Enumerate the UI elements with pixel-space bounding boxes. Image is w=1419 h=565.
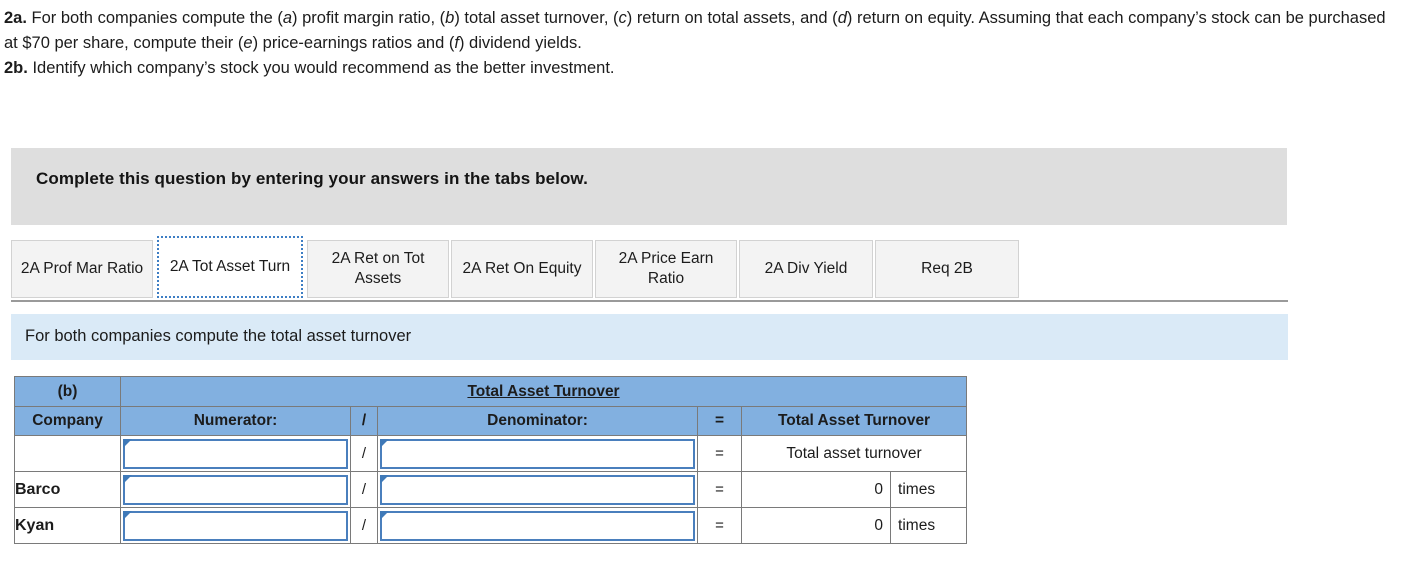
numerator-input[interactable]: [123, 474, 348, 505]
tab-label: 2A Div Yield: [764, 260, 848, 277]
numerator-input-wrap: [121, 474, 350, 506]
equals-symbol: =: [697, 507, 742, 544]
header-numerator: Numerator:: [120, 406, 351, 436]
answer-grid: (b) Total Asset Turnover Company Numerat…: [14, 376, 968, 544]
denominator-input-cell: [377, 435, 698, 472]
question-2a-fragment: b: [445, 9, 455, 27]
equals-symbol: =: [697, 435, 742, 472]
header-denominator: Denominator:: [377, 406, 698, 436]
tab-2a-ret-on-tot-assets[interactable]: 2A Ret on Tot Assets: [307, 240, 449, 298]
row-company-label: [14, 435, 121, 472]
grid-corner-label: (b): [14, 376, 121, 407]
question-2a-fragment: ) profit margin ratio, (: [292, 9, 446, 27]
numerator-input-wrap: [121, 510, 350, 542]
numerator-input[interactable]: [123, 510, 348, 541]
question-2a-label: 2a.: [4, 9, 27, 27]
question-2a-fragment: e: [243, 34, 253, 52]
row-company-label: Barco: [14, 471, 121, 508]
question-part-2a: 2a. For both companies compute the (a) p…: [4, 6, 1403, 56]
denominator-input-cell: [377, 507, 698, 544]
question-statement: 2a. For both companies compute the (a) p…: [0, 0, 1419, 81]
dropdown-triangle-icon[interactable]: [380, 438, 389, 448]
result-label: Total asset turnover: [786, 444, 922, 462]
denominator-input[interactable]: [380, 438, 695, 469]
grid-header-row: Company Numerator: / Denominator: = Tota…: [14, 406, 968, 436]
question-part-2b: 2b. Identify which company’s stock you w…: [4, 56, 1403, 81]
question-2a-fragment: d: [837, 9, 847, 27]
header-equals: =: [697, 406, 742, 436]
tab-label: 2A Price Earn Ratio: [618, 250, 714, 287]
tab-2a-prof-mar-ratio[interactable]: 2A Prof Mar Ratio: [11, 240, 153, 298]
question-2a-fragment: ) total asset turnover, (: [454, 9, 619, 27]
tab-req-2b[interactable]: Req 2B: [875, 240, 1019, 298]
divide-symbol: /: [350, 435, 378, 472]
tab-2a-div-yield[interactable]: 2A Div Yield: [739, 240, 873, 298]
result-split: 0 times: [742, 508, 966, 543]
denominator-input[interactable]: [380, 510, 695, 541]
denominator-input[interactable]: [380, 474, 695, 505]
denominator-input-wrap: [378, 438, 697, 470]
tab-label: 2A Ret On Equity: [462, 260, 582, 277]
grid-title-cell: Total Asset Turnover: [119, 376, 968, 407]
question-2b-label: 2b.: [4, 59, 28, 77]
prompt-bar: For both companies compute the total ass…: [11, 314, 1288, 360]
numerator-input-cell: [120, 435, 351, 472]
tab-label: 2A Prof Mar Ratio: [20, 260, 144, 277]
result-value: 0: [874, 480, 884, 498]
result-unit: times: [890, 472, 966, 507]
tab-label: 2A Ret on Tot Assets: [331, 250, 425, 287]
dropdown-triangle-icon[interactable]: [123, 510, 132, 520]
dropdown-triangle-icon[interactable]: [380, 510, 389, 520]
tab-strip: 2A Prof Mar Ratio 2A Tot Asset Turn 2A Ret…: [11, 236, 1288, 302]
header-result: Total Asset Turnover: [740, 406, 968, 436]
table-row: Barco / = 0 times: [14, 471, 968, 508]
equals-symbol: =: [697, 471, 742, 508]
result-value: 0: [874, 516, 884, 534]
dropdown-triangle-icon[interactable]: [380, 474, 389, 484]
header-slash: /: [350, 406, 378, 436]
question-2a-body: For both companies compute the (a) profi…: [4, 9, 1386, 52]
numerator-input-wrap: [121, 438, 350, 470]
question-2a-fragment: For both companies compute the (: [31, 9, 283, 27]
tab-label: Req 2B: [921, 260, 973, 277]
divide-symbol: /: [350, 507, 378, 544]
numerator-input-cell: [120, 507, 351, 544]
grid-title-row: (b) Total Asset Turnover: [14, 376, 968, 407]
dropdown-triangle-icon[interactable]: [123, 474, 132, 484]
result-split: 0 times: [742, 472, 966, 507]
denominator-input-wrap: [378, 474, 697, 506]
instruction-text: Complete this question by entering your …: [36, 169, 588, 188]
prompt-text: For both companies compute the total ass…: [25, 327, 412, 345]
tab-2a-price-earn-ratio[interactable]: 2A Price Earn Ratio: [595, 240, 737, 298]
question-2a-fragment: ) price-earnings ratios and (: [252, 34, 455, 52]
question-2b-body: Identify which company’s stock you would…: [32, 59, 615, 77]
question-2a-fragment: ) return on total assets, and (: [626, 9, 838, 27]
dropdown-triangle-icon[interactable]: [123, 438, 132, 448]
result-cell: 0 times: [740, 471, 968, 508]
table-row: / = Total asset turnover: [14, 435, 968, 472]
numerator-input-cell: [120, 471, 351, 508]
table-row: Kyan / = 0 times: [14, 507, 968, 544]
denominator-input-wrap: [378, 510, 697, 542]
question-2a-fragment: a: [282, 9, 293, 27]
numerator-input[interactable]: [123, 438, 348, 469]
question-2a-fragment: c: [618, 9, 627, 27]
grid-title-text: Total Asset Turnover: [467, 382, 620, 400]
header-company: Company: [14, 406, 121, 436]
result-cell: 0 times: [740, 507, 968, 544]
question-2a-fragment: ) dividend yields.: [458, 34, 582, 52]
row-company-label: Kyan: [14, 507, 121, 544]
tab-2a-ret-on-equity[interactable]: 2A Ret On Equity: [451, 240, 593, 298]
result-unit: times: [890, 508, 966, 543]
tab-2a-tot-asset-turn[interactable]: 2A Tot Asset Turn: [157, 236, 303, 298]
divide-symbol: /: [350, 471, 378, 508]
denominator-input-cell: [377, 471, 698, 508]
tab-label: 2A Tot Asset Turn: [169, 258, 291, 275]
result-cell: Total asset turnover: [740, 435, 968, 472]
instruction-panel: Complete this question by entering your …: [11, 148, 1287, 225]
